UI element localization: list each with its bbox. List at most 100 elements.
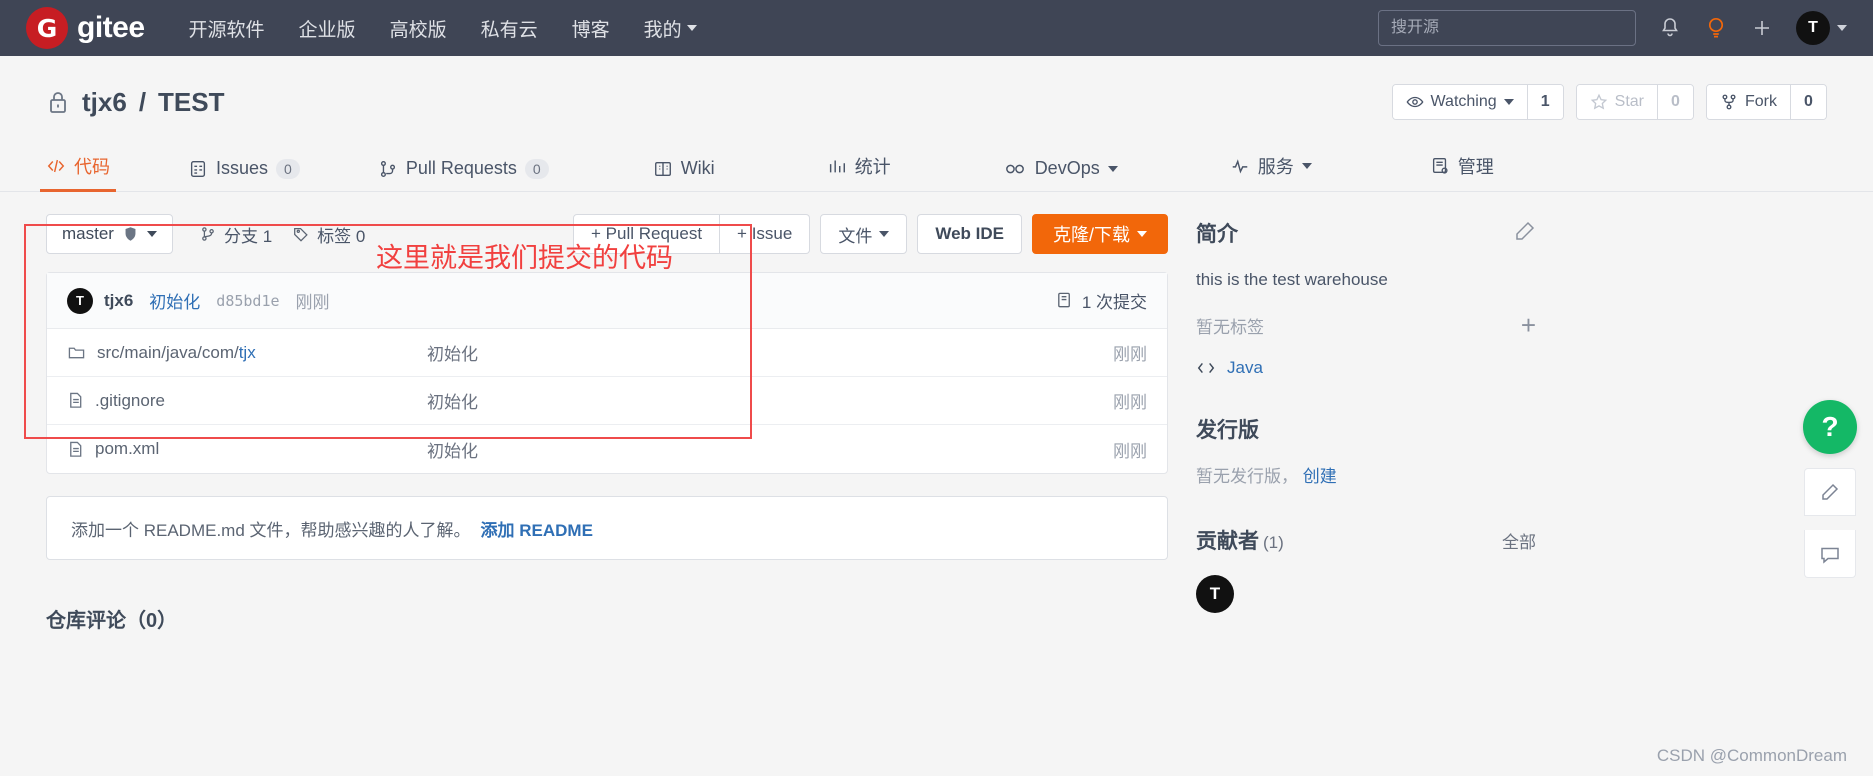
branch-name: master <box>62 224 114 243</box>
tab-wiki[interactable]: Wiki <box>653 158 715 191</box>
tab-pull-requests[interactable]: Pull Requests 0 <box>378 158 549 191</box>
fork-button-group[interactable]: Fork 0 <box>1706 84 1827 120</box>
file-icon <box>70 392 82 408</box>
about-description: this is the test warehouse <box>1196 270 1388 289</box>
top-navigation-bar: G gitee 开源软件 企业版 高校版 私有云 博客 我的 搜开源 T <box>0 0 1873 56</box>
fork-button[interactable]: Fork <box>1707 85 1790 119</box>
tab-devops[interactable]: DevOps <box>1003 158 1118 191</box>
file-name-cell: src/main/java/com/tjx <box>67 343 427 363</box>
chat-button[interactable] <box>1804 530 1856 578</box>
repository-header: tjx6 / TEST Watching 1 Star 0 Fork 0 <box>0 56 1873 120</box>
table-row[interactable]: .gitignore 初始化 刚刚 <box>47 377 1167 425</box>
star-button-group[interactable]: Star 0 <box>1575 84 1694 120</box>
code-icon <box>47 159 65 173</box>
file-name[interactable]: src/main/java/com/tjx <box>97 343 256 363</box>
gitee-repository-page: G gitee 开源软件 企业版 高校版 私有云 博客 我的 搜开源 T tjx… <box>0 0 1873 776</box>
gitee-logo[interactable]: G gitee <box>26 7 145 49</box>
nav-link-university[interactable]: 高校版 <box>390 15 447 42</box>
repo-name[interactable]: TEST <box>158 87 224 118</box>
star-button[interactable]: Star <box>1576 85 1657 119</box>
contributors-section-header: 贡献者 (1) 全部 <box>1196 525 1536 555</box>
file-time: 刚刚 <box>1113 393 1147 412</box>
about-section-header: 简介 <box>1196 218 1536 248</box>
watermark: CSDN @CommonDream <box>1656 746 1847 765</box>
file-name[interactable]: pom.xml <box>95 439 159 459</box>
search-input[interactable] <box>1378 10 1636 46</box>
table-row[interactable]: src/main/java/com/tjx 初始化 刚刚 <box>47 329 1167 377</box>
wiki-icon <box>654 161 671 176</box>
feedback-button[interactable] <box>1804 468 1856 516</box>
nav-link-blog[interactable]: 博客 <box>572 15 610 42</box>
tab-code[interactable]: 代码 <box>40 153 116 192</box>
files-label: 文件 <box>838 226 873 246</box>
avatar[interactable]: T <box>1196 575 1234 613</box>
star-count[interactable]: 0 <box>1657 85 1693 119</box>
table-row[interactable]: pom.xml 初始化 刚刚 <box>47 425 1167 473</box>
gitee-logo-icon: G <box>26 7 68 49</box>
nav-link-opensource[interactable]: 开源软件 <box>189 15 265 42</box>
tags-link[interactable]: 标签 0 <box>292 222 365 247</box>
chevron-down-icon <box>1301 163 1312 169</box>
branches-link[interactable]: 分支 1 <box>199 222 272 247</box>
add-tag-icon[interactable]: + <box>1521 312 1536 338</box>
clone-download-button[interactable]: 克隆/下载 <box>1031 214 1168 254</box>
user-menu[interactable]: T <box>1796 11 1847 45</box>
fork-count[interactable]: 0 <box>1790 85 1826 119</box>
lightbulb-icon[interactable] <box>1704 15 1728 41</box>
nav-link-private-cloud[interactable]: 私有云 <box>481 15 538 42</box>
no-tags-label: 暂无标签 <box>1196 317 1264 337</box>
file-name[interactable]: .gitignore <box>95 391 165 411</box>
help-button[interactable]: ? <box>1803 400 1857 454</box>
add-new-icon[interactable] <box>1750 16 1774 40</box>
page-body: master 分支 1 标签 0 + Pull Request + Issue … <box>0 192 1873 633</box>
pulse-icon <box>1232 159 1247 174</box>
nav-label: 高校版 <box>389 19 447 41</box>
file-commit-message: 初始化 <box>427 345 478 364</box>
web-ide-button[interactable]: Web IDE <box>917 214 1022 254</box>
gitee-logo-text: gitee <box>77 11 145 44</box>
edit-about-icon[interactable] <box>1514 220 1536 247</box>
watch-button-group[interactable]: Watching 1 <box>1391 84 1564 120</box>
branch-selector[interactable]: master <box>46 214 173 254</box>
notification-bell-icon[interactable] <box>1658 16 1682 40</box>
commit-hash[interactable]: d85bd1e <box>216 292 279 310</box>
file-name-cell: .gitignore <box>67 391 427 411</box>
language-row[interactable]: Java <box>1196 358 1536 378</box>
nav-label: 开源软件 <box>188 19 265 41</box>
repo-owner[interactable]: tjx6 <box>82 87 127 118</box>
star-icon <box>1590 93 1607 110</box>
tab-label: Pull Requests <box>405 158 517 178</box>
add-readme-button[interactable]: 添加 README <box>481 516 593 541</box>
files-dropdown-button[interactable]: 文件 <box>820 214 908 254</box>
file-icon <box>70 441 82 457</box>
tab-label: 服务 <box>1257 157 1294 177</box>
chart-icon <box>829 160 845 173</box>
watch-count[interactable]: 1 <box>1526 85 1563 119</box>
avatar: T <box>1796 11 1830 45</box>
pull-request-icon <box>380 160 395 177</box>
nav-link-mine[interactable]: 我的 <box>644 15 697 42</box>
new-issue-button[interactable]: + Issue <box>720 214 811 254</box>
tab-issues[interactable]: Issues 0 <box>188 158 300 191</box>
commit-author[interactable]: tjx6 <box>104 291 133 311</box>
floating-action-rail: ? <box>1803 400 1857 578</box>
tags-row: 暂无标签 + <box>1196 312 1536 338</box>
nav-label: 私有云 <box>480 19 538 41</box>
commit-message[interactable]: 初始化 <box>149 288 200 313</box>
file-commit-message: 初始化 <box>427 393 478 412</box>
watch-button[interactable]: Watching <box>1392 85 1527 119</box>
nav-link-enterprise[interactable]: 企业版 <box>299 15 356 42</box>
readme-banner-text: 添加一个 README.md 文件，帮助感兴趣的人了解。 <box>71 520 471 540</box>
commit-count-label: 1 次提交 <box>1081 293 1147 312</box>
file-commit-message: 初始化 <box>427 441 478 461</box>
tab-label: 统计 <box>854 157 891 177</box>
contributors-all-link[interactable]: 全部 <box>1502 528 1536 553</box>
tab-services[interactable]: 服务 <box>1230 153 1312 191</box>
create-release-link[interactable]: 创建 <box>1303 467 1337 486</box>
commit-count-link[interactable]: 1 次提交 <box>1055 288 1147 313</box>
history-icon <box>1057 292 1070 308</box>
tab-statistics[interactable]: 统计 <box>827 153 891 191</box>
branches-label: 分支 1 <box>223 226 273 246</box>
readme-banner: 添加一个 README.md 文件，帮助感兴趣的人了解。 添加 README <box>46 496 1168 560</box>
tab-manage[interactable]: 管理 <box>1430 153 1494 191</box>
